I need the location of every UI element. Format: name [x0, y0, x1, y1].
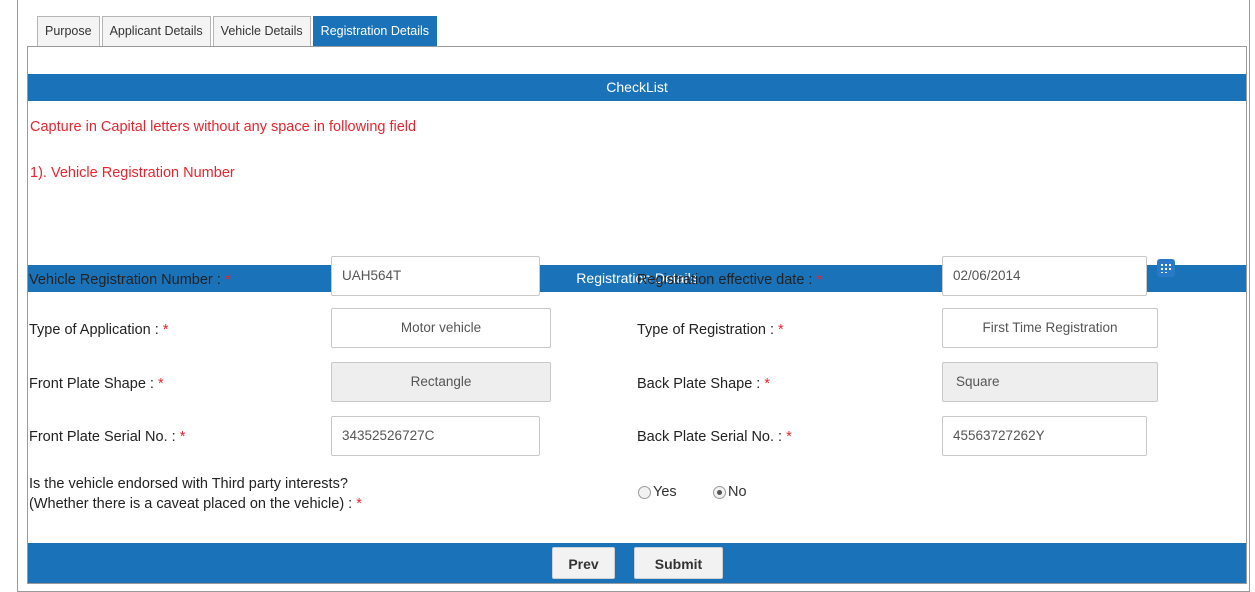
third-party-yes-radio[interactable]: Yes: [638, 484, 677, 500]
third-party-yes-label: Yes: [653, 484, 677, 500]
effective-date-label: Registration effective date : *: [637, 272, 823, 288]
checklist-header: CheckList: [28, 74, 1246, 101]
third-party-no-label: No: [728, 484, 747, 500]
vehicle-reg-number-label: Vehicle Registration Number : *: [29, 272, 231, 288]
submit-button[interactable]: Submit: [634, 547, 723, 579]
back-plate-serial-input[interactable]: 45563727262Y: [942, 416, 1147, 456]
checklist-instruction: Capture in Capital letters without any s…: [30, 119, 417, 135]
back-plate-shape-label: Back Plate Shape : *: [637, 376, 771, 392]
checklist-item: 1). Vehicle Registration Number: [30, 165, 235, 181]
back-plate-serial-label: Back Plate Serial No. : *: [637, 429, 792, 445]
radio-checked-icon[interactable]: [713, 485, 726, 499]
third-party-question-line1: Is the vehicle endorsed with Third party…: [29, 476, 348, 492]
front-plate-shape-field: Rectangle: [331, 362, 551, 402]
front-plate-serial-label: Front Plate Serial No. : *: [29, 429, 186, 445]
third-party-question-line2: (Whether there is a caveat placed on the…: [29, 496, 362, 512]
tab-registration-details[interactable]: Registration Details: [312, 16, 438, 46]
tab-vehicle-details[interactable]: Vehicle Details: [212, 16, 311, 46]
front-plate-shape-label: Front Plate Shape : *: [29, 376, 164, 392]
type-of-registration-field: First Time Registration: [942, 308, 1158, 348]
front-plate-serial-input[interactable]: 34352526727C: [331, 416, 540, 456]
calendar-icon[interactable]: [1157, 259, 1175, 277]
back-plate-shape-field: Square: [942, 362, 1158, 402]
radio-unchecked-icon[interactable]: [638, 485, 651, 499]
third-party-question-label: Is the vehicle endorsed with Third party…: [29, 474, 362, 514]
third-party-no-radio[interactable]: No: [713, 484, 747, 500]
effective-date-input[interactable]: 02/06/2014: [942, 256, 1147, 296]
vehicle-reg-number-input[interactable]: UAH564T: [331, 256, 540, 296]
type-of-application-field: Motor vehicle: [331, 308, 551, 348]
tab-strip: Purpose Applicant Details Vehicle Detail…: [37, 16, 439, 46]
form-footer-bar: Prev Submit: [28, 543, 1246, 583]
type-of-registration-label: Type of Registration : *: [637, 322, 784, 338]
prev-button[interactable]: Prev: [552, 547, 615, 579]
tab-purpose[interactable]: Purpose: [37, 16, 100, 46]
type-of-application-label: Type of Application : *: [29, 322, 169, 338]
tab-applicant-details[interactable]: Applicant Details: [101, 16, 211, 46]
